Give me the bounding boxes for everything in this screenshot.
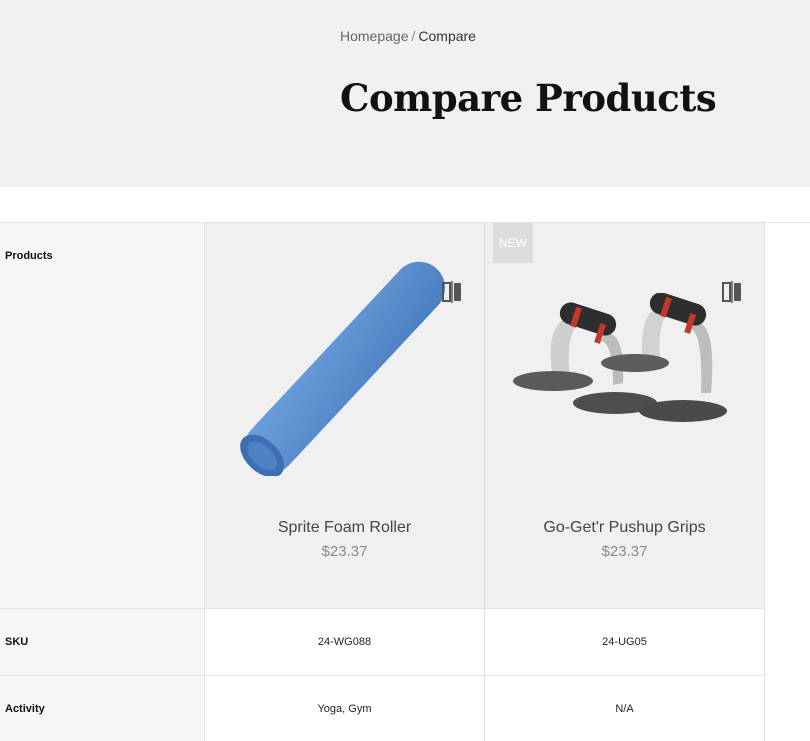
foam-roller-image[interactable] [229,256,464,476]
activity-value: Yoga, Gym [205,676,485,741]
product-name[interactable]: Go-Get'r Pushup Grips [485,519,764,537]
compare-remove-icon[interactable] [442,281,462,303]
page-header: Homepage / Compare Compare Products [0,0,810,187]
breadcrumb-current: Compare [418,28,476,44]
product-name[interactable]: Sprite Foam Roller [205,519,484,537]
breadcrumb-separator: / [411,28,416,44]
label-activity: Activity [5,703,45,715]
page-title: Compare Products [340,76,717,120]
label-cell-activity: Activity [0,676,205,741]
activity-value: N/A [485,676,765,741]
breadcrumb-home-link[interactable]: Homepage [340,28,409,44]
compare-remove-icon[interactable] [722,281,742,303]
sku-value: 24-WG088 [205,609,485,675]
label-cell-sku: SKU [0,609,205,676]
breadcrumb: Homepage / Compare [340,28,476,44]
product-price: $23.37 [601,543,648,560]
sku-value: 24-UG05 [485,609,765,675]
product-card: Sprite Foam Roller $23.37 [205,223,485,609]
product-price: $23.37 [321,543,368,560]
label-sku: SKU [5,636,29,648]
new-badge: NEW [493,223,533,263]
product-card: NEW Go-Get'r Pushup Grips $23.37 [485,223,765,609]
label-cell-products: Products [0,223,205,609]
pushup-grips-image[interactable] [513,293,733,438]
label-products: Products [5,250,53,262]
